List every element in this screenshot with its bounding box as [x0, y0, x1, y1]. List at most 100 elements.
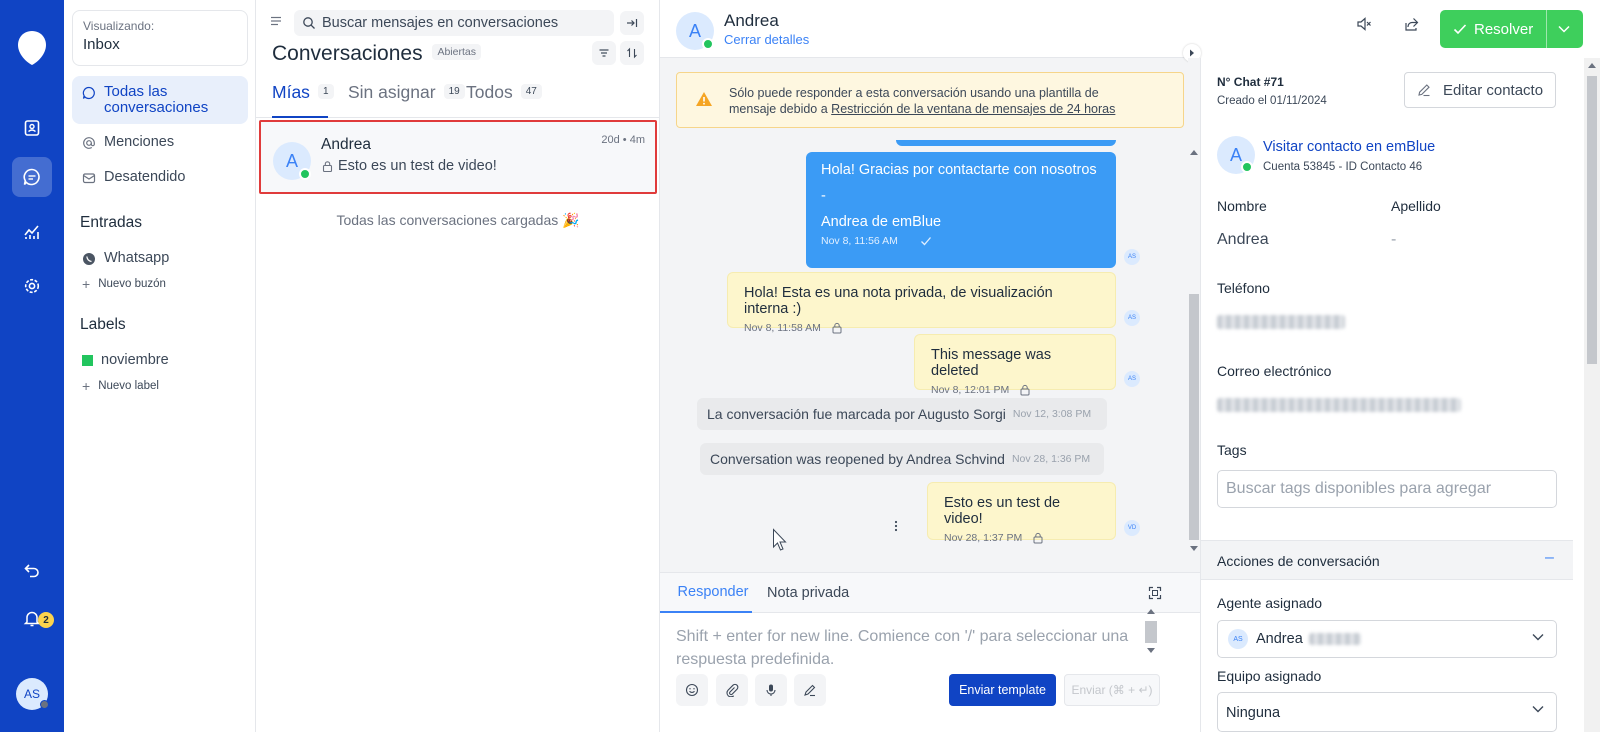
- message-time: Nov 8, 12:01 PM: [931, 384, 1010, 396]
- send-template-button[interactable]: Enviar template: [949, 674, 1056, 706]
- assigned-agent-select[interactable]: AS Andrea: [1217, 620, 1557, 658]
- resolve-button[interactable]: Resolver: [1440, 10, 1583, 48]
- sidebar-item-label-noviembre[interactable]: noviembre: [72, 352, 248, 368]
- section-title: Acciones de conversación: [1217, 553, 1380, 569]
- conversation-tabs: Mías 1 Sin asignar 19 Todos 47: [256, 82, 660, 118]
- phone-label: Teléfono: [1217, 280, 1270, 296]
- visit-contact-link[interactable]: Visitar contacto en emBlue: [1263, 139, 1435, 155]
- tags-search-input[interactable]: [1217, 470, 1557, 508]
- private-note[interactable]: Esto es un test de video! Nov 28, 1:37 P…: [927, 482, 1116, 544]
- conversation-contact-name: Andrea: [321, 136, 371, 153]
- sidebar-item-mentions[interactable]: Menciones: [72, 134, 248, 150]
- attachment-button[interactable]: [716, 674, 748, 706]
- lock-icon: [321, 160, 338, 173]
- sidebar-item-label: Todas las conversaciones: [104, 83, 209, 116]
- sidebar-item-unattended[interactable]: Desatendido: [72, 169, 248, 185]
- microphone-icon: [764, 683, 778, 697]
- inbox-switcher[interactable]: Visualizando: Inbox: [72, 10, 248, 66]
- settings-icon[interactable]: [12, 266, 52, 306]
- private-note[interactable]: Hola! Esta es una nota privada, de visua…: [727, 272, 1116, 334]
- button-divider: [1546, 10, 1547, 48]
- scroll-down-arrow[interactable]: [1147, 648, 1155, 653]
- whatsapp-icon: [82, 252, 98, 266]
- last-name-value[interactable]: -: [1391, 231, 1396, 249]
- logo-icon[interactable]: [16, 30, 48, 66]
- chat-panel: A Andrea Cerrar detalles Sólo puede resp…: [660, 0, 1201, 732]
- collapse-toggle[interactable]: –: [1545, 549, 1554, 567]
- banner-link[interactable]: Restricción de la ventana de mensajes de…: [831, 102, 1115, 116]
- whatsapp-channel-icon: [299, 168, 311, 180]
- message-options-icon[interactable]: [894, 520, 898, 532]
- edit-contact-button[interactable]: Editar contacto: [1404, 72, 1556, 108]
- contacts-icon[interactable]: [12, 108, 52, 148]
- page-title: Conversaciones: [272, 42, 423, 65]
- back-icon[interactable]: [12, 550, 52, 590]
- expand-icon[interactable]: [1148, 586, 1162, 600]
- reports-icon[interactable]: [12, 212, 52, 252]
- conversations-icon[interactable]: [12, 157, 52, 197]
- check-icon: [1453, 23, 1467, 35]
- tab-unassigned[interactable]: Sin asignar 19: [348, 82, 465, 118]
- email-value-redacted[interactable]: [1217, 398, 1461, 412]
- activity-message: La conversación fue marcada por Augusto …: [697, 398, 1107, 430]
- conversation-list-item[interactable]: A Andrea 20d • 4m Esto es un test de vid…: [259, 120, 657, 194]
- scroll-thumb[interactable]: [1145, 621, 1157, 643]
- sidebar-item-whatsapp[interactable]: Whatsapp: [72, 250, 248, 266]
- first-name-value[interactable]: Andrea: [1217, 231, 1269, 249]
- scroll-down-arrow[interactable]: [1190, 546, 1198, 551]
- close-details-link[interactable]: Cerrar detalles: [724, 32, 809, 47]
- scroll-thumb[interactable]: [1587, 76, 1597, 364]
- new-inbox-link[interactable]: + Nuevo buzón: [82, 276, 166, 292]
- sort-button[interactable]: [620, 41, 644, 65]
- agent-surname-redacted: [1308, 633, 1361, 645]
- message-time: Nov 8, 11:56 AM: [821, 235, 898, 247]
- tab-reply[interactable]: Responder: [660, 573, 752, 613]
- private-note[interactable]: This message was deleted Nov 8, 12:01 PM: [914, 334, 1116, 396]
- tab-count: 1: [317, 84, 334, 99]
- reply-input[interactable]: [676, 625, 1146, 675]
- agent-avatar: AS: [1228, 629, 1248, 649]
- chat-scrollbar[interactable]: [1188, 58, 1200, 572]
- conversation-actions-header[interactable]: Acciones de conversación –: [1201, 540, 1573, 580]
- icon-rail: 2 AS: [0, 0, 64, 732]
- tab-all[interactable]: Todos 47: [466, 82, 542, 118]
- scroll-up-arrow[interactable]: [1190, 150, 1198, 155]
- share-icon[interactable]: [1404, 16, 1420, 32]
- previous-message-edge: [896, 140, 1116, 146]
- chevron-down-icon[interactable]: [1558, 25, 1570, 33]
- tab-mine[interactable]: Mías 1: [272, 82, 334, 118]
- chat-contact-name: Andrea: [724, 11, 779, 30]
- sidebar-item-label: Menciones: [104, 134, 175, 150]
- outgoing-message[interactable]: Hola! Gracias por contactarte con nosotr…: [806, 152, 1116, 268]
- hamburger-icon[interactable]: [270, 15, 282, 27]
- first-name-label: Nombre: [1217, 198, 1267, 214]
- send-button[interactable]: Enviar (⌘ + ↵): [1064, 674, 1160, 706]
- message-text: Hola! Gracias por contactarte con nosotr…: [821, 162, 1097, 178]
- activity-text: La conversación fue marcada por Augusto …: [707, 406, 1006, 422]
- tab-label: Todos: [466, 82, 513, 102]
- contact-panel-scrollbar[interactable]: [1584, 58, 1600, 732]
- new-label-link[interactable]: + Nuevo label: [82, 378, 159, 394]
- reply-scrollbar[interactable]: [1144, 603, 1158, 663]
- tab-private-note[interactable]: Nota privada: [767, 573, 849, 613]
- scroll-up-arrow[interactable]: [1588, 63, 1596, 68]
- lock-icon: [1009, 384, 1031, 396]
- search-input[interactable]: [322, 15, 602, 31]
- voice-note-button[interactable]: [755, 674, 787, 706]
- plus-icon: +: [82, 276, 91, 292]
- sidebar-item-label: Desatendido: [104, 169, 186, 185]
- signature-button[interactable]: [794, 674, 826, 706]
- scroll-up-arrow[interactable]: [1147, 609, 1155, 614]
- phone-value-redacted[interactable]: [1217, 315, 1345, 329]
- mute-icon[interactable]: [1356, 16, 1372, 32]
- emoji-button[interactable]: [676, 674, 708, 706]
- status-filter-pill[interactable]: Abiertas: [432, 44, 481, 60]
- assigned-team-select[interactable]: Ninguna: [1217, 692, 1557, 732]
- sidebar-item-all-conversations[interactable]: Todas las conversaciones: [72, 76, 248, 124]
- scroll-thumb[interactable]: [1189, 294, 1199, 540]
- collapse-list-button[interactable]: [620, 11, 644, 35]
- plus-icon: +: [82, 378, 91, 394]
- contact-details-panel: N° Chat #71 Creado el 01/11/2024 Editar …: [1200, 58, 1584, 732]
- filter-button[interactable]: [592, 41, 616, 65]
- new-inbox-label: Nuevo buzón: [98, 278, 166, 290]
